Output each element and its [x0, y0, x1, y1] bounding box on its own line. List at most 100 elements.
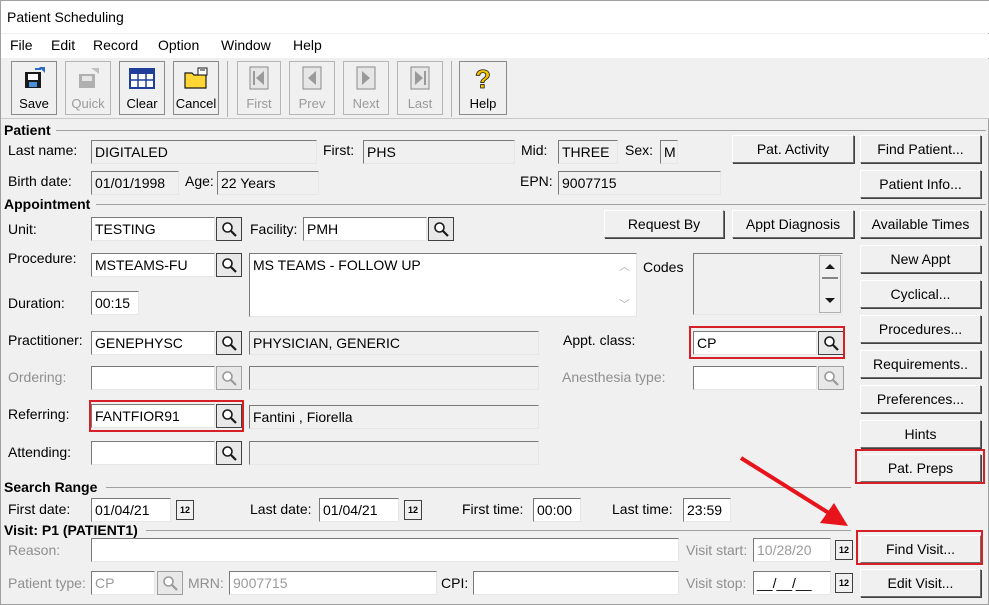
appointment-section-label: Appointment: [4, 196, 91, 212]
anesthesia-type-label: Anesthesia type:: [562, 369, 666, 385]
birth-date-field: 01/01/1998: [91, 171, 179, 195]
folder-cancel-icon: [182, 66, 210, 93]
procedure-label: Procedure:: [8, 250, 77, 266]
preferences-button[interactable]: Preferences...: [860, 385, 981, 413]
visit-stop-field[interactable]: __/__/__: [753, 571, 831, 595]
sex-field: M: [660, 140, 678, 164]
last-time-field[interactable]: 23:59: [683, 498, 731, 522]
calendar-icon[interactable]: 12: [176, 500, 194, 520]
last-button[interactable]: Last: [397, 61, 443, 115]
save-icon: [21, 66, 47, 93]
magnifier-icon: [222, 258, 237, 273]
procedure-lookup-button[interactable]: [216, 253, 242, 277]
available-times-button[interactable]: Available Times: [860, 210, 981, 238]
facility-lookup-button[interactable]: [428, 217, 454, 241]
request-by-button[interactable]: Request By: [604, 210, 724, 238]
anesthesia-lookup-button[interactable]: [818, 366, 844, 390]
menu-option[interactable]: Option: [158, 37, 199, 53]
magnifier-icon: [222, 336, 237, 351]
procedure-field[interactable]: MSTEAMS-FU: [91, 253, 215, 277]
annotation-arrow-icon: [739, 456, 848, 526]
mrn-field[interactable]: 9007715: [229, 571, 437, 595]
first-date-field[interactable]: 01/04/21: [91, 498, 171, 522]
find-visit-highlight: [856, 530, 983, 565]
attending-field[interactable]: [91, 441, 215, 465]
procedures-button[interactable]: Procedures...: [860, 315, 981, 343]
magnifier-icon: [824, 371, 839, 386]
menu-window[interactable]: Window: [221, 37, 271, 53]
first-date-label: First date:: [8, 501, 71, 517]
birth-date-label: Birth date:: [8, 173, 72, 189]
first-time-label: First time:: [462, 501, 524, 517]
unit-field[interactable]: TESTING: [91, 217, 215, 241]
magnifier-icon: [222, 446, 237, 461]
duration-field[interactable]: 00:15: [91, 291, 139, 315]
pat-activity-button[interactable]: Pat. Activity: [732, 135, 854, 163]
patient-scheduling-window: Patient Scheduling File Edit Record Opti…: [0, 0, 989, 605]
clear-button[interactable]: Clear: [119, 61, 165, 115]
codes-scrollbar[interactable]: [819, 255, 841, 313]
visit-start-label: Visit start:: [686, 542, 748, 558]
patient-type-lookup-button[interactable]: [157, 571, 183, 595]
menu-edit[interactable]: Edit: [51, 37, 75, 53]
edit-visit-button[interactable]: Edit Visit...: [860, 569, 981, 597]
visit-start-field[interactable]: 10/28/20: [753, 538, 831, 562]
next-button[interactable]: Next: [343, 61, 389, 115]
epn-field: 9007715: [558, 171, 721, 195]
cancel-button[interactable]: Cancel: [173, 61, 219, 115]
epn-label: EPN:: [520, 173, 553, 189]
visit-section-label: Visit: P1 (PATIENT1): [4, 522, 138, 538]
anesthesia-type-field[interactable]: [693, 366, 817, 390]
practitioner-name-field: PHYSICIAN, GENERIC: [249, 331, 539, 355]
menu-bar: File Edit Record Option Window Help: [1, 34, 989, 58]
patient-type-field[interactable]: CP: [91, 571, 155, 595]
scroll-arrows-icon: [822, 264, 838, 303]
calendar-icon[interactable]: 12: [835, 540, 853, 560]
practitioner-label: Practitioner:: [8, 332, 83, 348]
last-date-field[interactable]: 01/04/21: [319, 498, 399, 522]
appt-diagnosis-button[interactable]: Appt Diagnosis: [732, 210, 854, 238]
first-button[interactable]: First: [237, 61, 281, 115]
codes-label: Codes: [643, 259, 684, 275]
attending-lookup-button[interactable]: [216, 441, 242, 465]
menu-record[interactable]: Record: [93, 37, 138, 53]
facility-label: Facility:: [250, 221, 298, 237]
save-button[interactable]: Save: [11, 61, 57, 115]
unit-lookup-button[interactable]: [216, 217, 242, 241]
requirements-button[interactable]: Requirements..: [860, 350, 981, 378]
cpi-field[interactable]: [473, 571, 679, 595]
quick-button[interactable]: Quick: [65, 61, 111, 115]
new-appt-button[interactable]: New Appt: [860, 245, 981, 273]
appt-class-label: Appt. class:: [563, 332, 636, 348]
find-patient-button[interactable]: Find Patient...: [860, 135, 981, 163]
calendar-icon[interactable]: 12: [835, 573, 853, 593]
referring-label: Referring:: [8, 406, 70, 422]
menu-help[interactable]: Help: [293, 37, 322, 53]
practitioner-lookup-button[interactable]: [216, 331, 242, 355]
menu-file[interactable]: File: [10, 37, 33, 53]
patient-info-button[interactable]: Patient Info...: [860, 170, 981, 198]
codes-list[interactable]: [693, 253, 843, 315]
calendar-icon[interactable]: 12: [404, 500, 422, 520]
hints-button[interactable]: Hints: [860, 420, 981, 448]
ordering-lookup-button[interactable]: [216, 366, 242, 390]
help-button[interactable]: ? Help: [459, 61, 507, 115]
referring-highlight: [89, 400, 244, 432]
patient-section-label: Patient: [4, 122, 51, 138]
visit-stop-label: Visit stop:: [686, 575, 747, 591]
procedure-description-field[interactable]: MS TEAMS - FOLLOW UP ︿ ﹀: [249, 253, 637, 317]
scroll-down-icon[interactable]: ﹀: [619, 296, 630, 312]
attending-name-field: [249, 441, 539, 465]
practitioner-field[interactable]: GENEPHYSC: [91, 331, 215, 355]
last-time-label: Last time:: [612, 501, 673, 517]
ordering-field[interactable]: [91, 366, 215, 390]
reason-field[interactable]: [91, 538, 679, 562]
cyclical-button[interactable]: Cyclical...: [860, 280, 981, 308]
first-name-label: First:: [323, 142, 355, 158]
scroll-up-icon[interactable]: ︿: [619, 258, 630, 274]
prev-button[interactable]: Prev: [289, 61, 335, 115]
first-time-field[interactable]: 00:00: [533, 498, 581, 522]
pat-preps-highlight: [855, 449, 985, 484]
facility-field[interactable]: PMH: [303, 217, 427, 241]
middle-name-label: Mid:: [521, 142, 548, 158]
